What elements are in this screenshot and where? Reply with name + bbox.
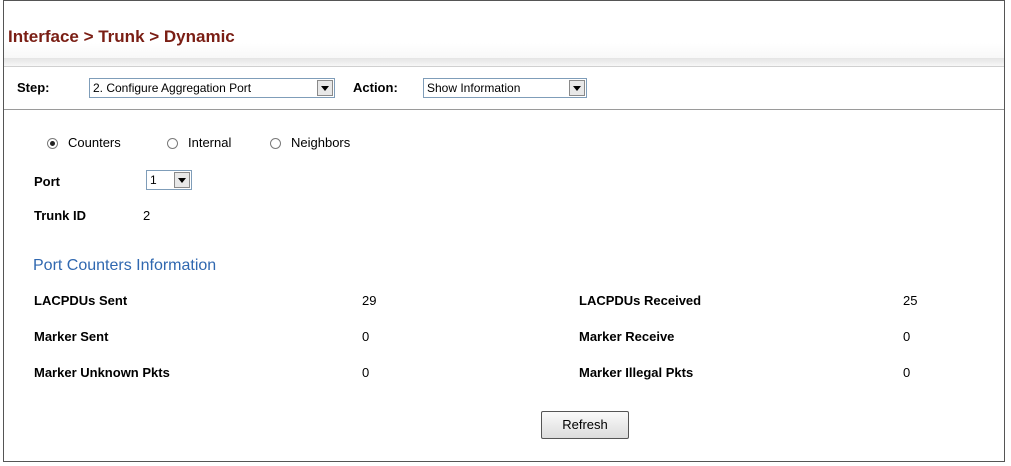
radio-counters[interactable] <box>47 138 58 149</box>
counter-value: 0 <box>903 365 911 380</box>
content-panel: Interface > Trunk > Dynamic Step: 2. Con… <box>3 0 1005 462</box>
step-select[interactable]: 2. Configure Aggregation Port <box>89 78 335 98</box>
title-divider <box>4 58 1004 66</box>
radio-internal-label: Internal <box>188 135 232 150</box>
port-label: Port <box>34 174 60 189</box>
radio-neighbors[interactable] <box>270 138 281 149</box>
port-select-value: 1 <box>150 173 157 187</box>
action-select-value: Show Information <box>427 81 521 95</box>
counter-label: Marker Sent <box>34 329 109 344</box>
radio-internal[interactable] <box>167 138 178 149</box>
title-bar: Interface > Trunk > Dynamic <box>4 1 1004 71</box>
trunk-id-value: 2 <box>143 208 151 223</box>
chevron-down-icon[interactable] <box>317 80 333 96</box>
counter-label: LACPDUs Received <box>579 293 702 308</box>
action-select[interactable]: Show Information <box>423 78 587 98</box>
counter-value: 0 <box>362 365 370 380</box>
counter-value: 29 <box>362 293 377 308</box>
step-select-value: 2. Configure Aggregation Port <box>93 81 252 95</box>
counter-value: 0 <box>362 329 370 344</box>
counter-label: Marker Illegal Pkts <box>579 365 694 380</box>
counter-label: Marker Receive <box>579 329 675 344</box>
radio-counters-label: Counters <box>68 135 121 150</box>
step-label: Step: <box>17 80 50 95</box>
step-toolbar: Step: 2. Configure Aggregation Port Acti… <box>4 66 1004 110</box>
refresh-button[interactable]: Refresh <box>541 411 629 439</box>
action-label: Action: <box>353 80 398 95</box>
counter-label: LACPDUs Sent <box>34 293 128 308</box>
counter-value: 25 <box>903 293 918 308</box>
port-select[interactable]: 1 <box>146 170 192 190</box>
counter-value: 0 <box>903 329 911 344</box>
counter-label: Marker Unknown Pkts <box>34 365 170 380</box>
radio-neighbors-label: Neighbors <box>291 135 351 150</box>
section-title: Port Counters Information <box>33 257 217 274</box>
page-title: Interface > Trunk > Dynamic <box>8 27 235 46</box>
trunk-id-label: Trunk ID <box>34 208 87 223</box>
chevron-down-icon[interactable] <box>569 80 585 96</box>
chevron-down-icon[interactable] <box>174 172 190 188</box>
